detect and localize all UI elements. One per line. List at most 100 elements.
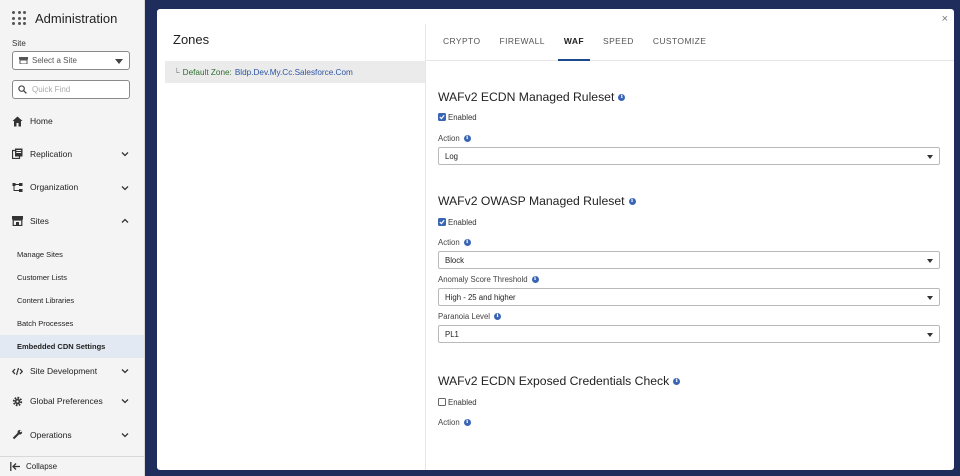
quick-find-box[interactable] — [12, 80, 130, 99]
info-icon[interactable]: i — [494, 313, 502, 320]
site-select[interactable]: Select a Site — [12, 51, 130, 70]
checkbox-unchecked-icon[interactable] — [438, 398, 446, 406]
info-icon[interactable]: i — [463, 419, 471, 426]
zone-item[interactable]: └ Default Zone: Bldp.Dev.My.Cc.Salesforc… — [165, 61, 425, 83]
section-title-text: WAFv2 ECDN Exposed Credentials Check — [438, 374, 670, 388]
app-launcher-icon[interactable] — [12, 11, 26, 25]
nav-label-replication: Replication — [30, 148, 73, 159]
owasp-action-select[interactable]: Block — [438, 251, 940, 269]
nav-label-sites: Sites — [30, 215, 49, 226]
checkbox-checked-icon[interactable] — [438, 218, 446, 226]
checkbox-label: Enabled — [448, 217, 477, 227]
info-icon[interactable]: i — [463, 239, 471, 246]
managed-enabled-checkbox[interactable]: Enabled — [438, 111, 941, 123]
nav-subitem-embedded-cdn-settings[interactable]: Embedded CDN Settings — [0, 335, 144, 359]
nav-label-organization: Organization — [30, 182, 79, 193]
tab-waf[interactable]: WAF — [557, 24, 591, 61]
storefront-icon — [12, 215, 23, 227]
caret-down-icon — [927, 154, 933, 159]
section-title-exposed-credentials: WAFv2 ECDN Exposed Credentials Check i — [438, 372, 941, 390]
storefront-icon — [19, 57, 28, 64]
nav-label-site-development: Site Development — [30, 366, 98, 377]
nav-label-home: Home — [30, 116, 53, 126]
settings-tabs: CRYPTO FIREWALL WAF SPEED CUSTOMIZE — [426, 24, 954, 61]
code-icon — [12, 366, 23, 377]
nav-item-replication[interactable]: Replication — [0, 137, 144, 171]
section-title-text: WAFv2 ECDN Managed Ruleset — [438, 90, 615, 104]
select-value: Block — [445, 255, 465, 265]
chevron-down-icon[interactable] — [120, 149, 130, 159]
select-value: Log — [445, 151, 459, 161]
caret-down-icon — [115, 59, 123, 64]
site-label: Site — [12, 39, 26, 48]
zone-host: Bldp.Dev.My.Cc.Salesforce.Com — [234, 67, 353, 77]
nav-label-operations: Operations — [30, 429, 72, 440]
field-label-text: Anomaly Score Threshold — [438, 275, 528, 284]
exposed-action-label: Action i — [438, 418, 941, 427]
info-icon[interactable]: i — [628, 197, 636, 205]
zone-name: Default Zone: — [182, 67, 232, 77]
caret-down-icon — [927, 258, 933, 263]
app-header: Administration — [0, 0, 144, 36]
managed-action-select[interactable]: Log — [438, 147, 940, 165]
nav-item-operations[interactable]: Operations — [0, 418, 144, 452]
chevron-down-icon[interactable] — [120, 430, 130, 440]
zones-title: Zones — [173, 32, 210, 47]
nav-item-organization[interactable]: Organization — [0, 171, 144, 205]
nav-item-sites[interactable]: Sites — [0, 204, 144, 238]
home-icon — [12, 116, 23, 127]
exposed-enabled-checkbox[interactable]: Enabled — [438, 396, 941, 408]
paranoia-level-label: Paranoia Level i — [438, 312, 941, 321]
organization-icon — [12, 182, 23, 193]
info-icon[interactable]: i — [531, 276, 539, 283]
nav-subitem-batch-processes[interactable]: Batch Processes — [0, 312, 144, 335]
field-label-text: Paranoia Level — [438, 312, 491, 321]
settings-pane: CRYPTO FIREWALL WAF SPEED CUSTOMIZE WAFv… — [426, 24, 954, 470]
nav-subitem-content-libraries[interactable]: Content Libraries — [0, 289, 144, 312]
collapse-icon — [10, 462, 20, 471]
managed-action-label: Action i — [438, 134, 941, 143]
nav-item-global-preferences[interactable]: Global Preferences — [0, 384, 144, 418]
select-value: PL1 — [445, 329, 459, 339]
sidebar: Administration Site Select a Site Home R… — [0, 0, 145, 476]
anomaly-threshold-select[interactable]: High - 25 and higher — [438, 288, 940, 306]
section-title-text: WAFv2 OWASP Managed Ruleset — [438, 194, 625, 208]
checkbox-checked-icon[interactable] — [438, 113, 446, 121]
field-label-text: Action — [438, 418, 460, 427]
collapse-label: Collapse — [26, 462, 58, 471]
chevron-down-icon[interactable] — [120, 396, 130, 406]
app-title: Administration — [35, 10, 118, 26]
info-icon[interactable]: i — [673, 377, 681, 385]
select-value: High - 25 and higher — [445, 292, 516, 302]
nav-item-home[interactable]: Home — [0, 105, 144, 137]
tab-customize[interactable]: CUSTOMIZE — [653, 24, 707, 61]
quick-find-input[interactable] — [32, 85, 122, 94]
tab-firewall[interactable]: FIREWALL — [500, 24, 545, 61]
chevron-down-icon[interactable] — [120, 183, 130, 193]
zones-pane: Zones └ Default Zone: Bldp.Dev.My.Cc.Sal… — [165, 24, 425, 83]
tree-branch-icon: └ — [174, 67, 180, 77]
checkbox-label: Enabled — [448, 112, 477, 122]
tab-speed[interactable]: SPEED — [603, 24, 634, 61]
replication-icon — [12, 148, 23, 160]
nav-subitem-customer-lists[interactable]: Customer Lists — [0, 266, 144, 289]
chevron-down-icon[interactable] — [120, 366, 130, 376]
sidebar-nav: Home Replication Organization Sites Mana… — [0, 105, 144, 451]
collapse-button[interactable]: Collapse — [0, 456, 144, 476]
nav-subitem-manage-sites[interactable]: Manage Sites — [0, 243, 144, 266]
info-icon[interactable]: i — [618, 93, 626, 101]
paranoia-level-select[interactable]: PL1 — [438, 325, 940, 343]
chevron-up-icon[interactable] — [120, 216, 130, 226]
caret-down-icon — [927, 332, 933, 337]
wrench-icon — [12, 429, 23, 440]
field-label-text: Action — [438, 134, 460, 143]
tab-crypto[interactable]: CRYPTO — [443, 24, 481, 61]
nav-item-site-development[interactable]: Site Development — [0, 358, 144, 384]
owasp-enabled-checkbox[interactable]: Enabled — [438, 216, 941, 228]
waf-content: WAFv2 ECDN Managed Ruleset i Enabled Act… — [426, 61, 941, 427]
info-icon[interactable]: i — [463, 135, 471, 142]
section-title-ecdn-managed: WAFv2 ECDN Managed Ruleset i — [438, 88, 941, 106]
caret-down-icon — [927, 295, 933, 300]
cdn-settings-modal: × Zones └ Default Zone: Bldp.Dev.My.Cc.S… — [157, 9, 954, 470]
anomaly-threshold-label: Anomaly Score Threshold i — [438, 275, 941, 284]
